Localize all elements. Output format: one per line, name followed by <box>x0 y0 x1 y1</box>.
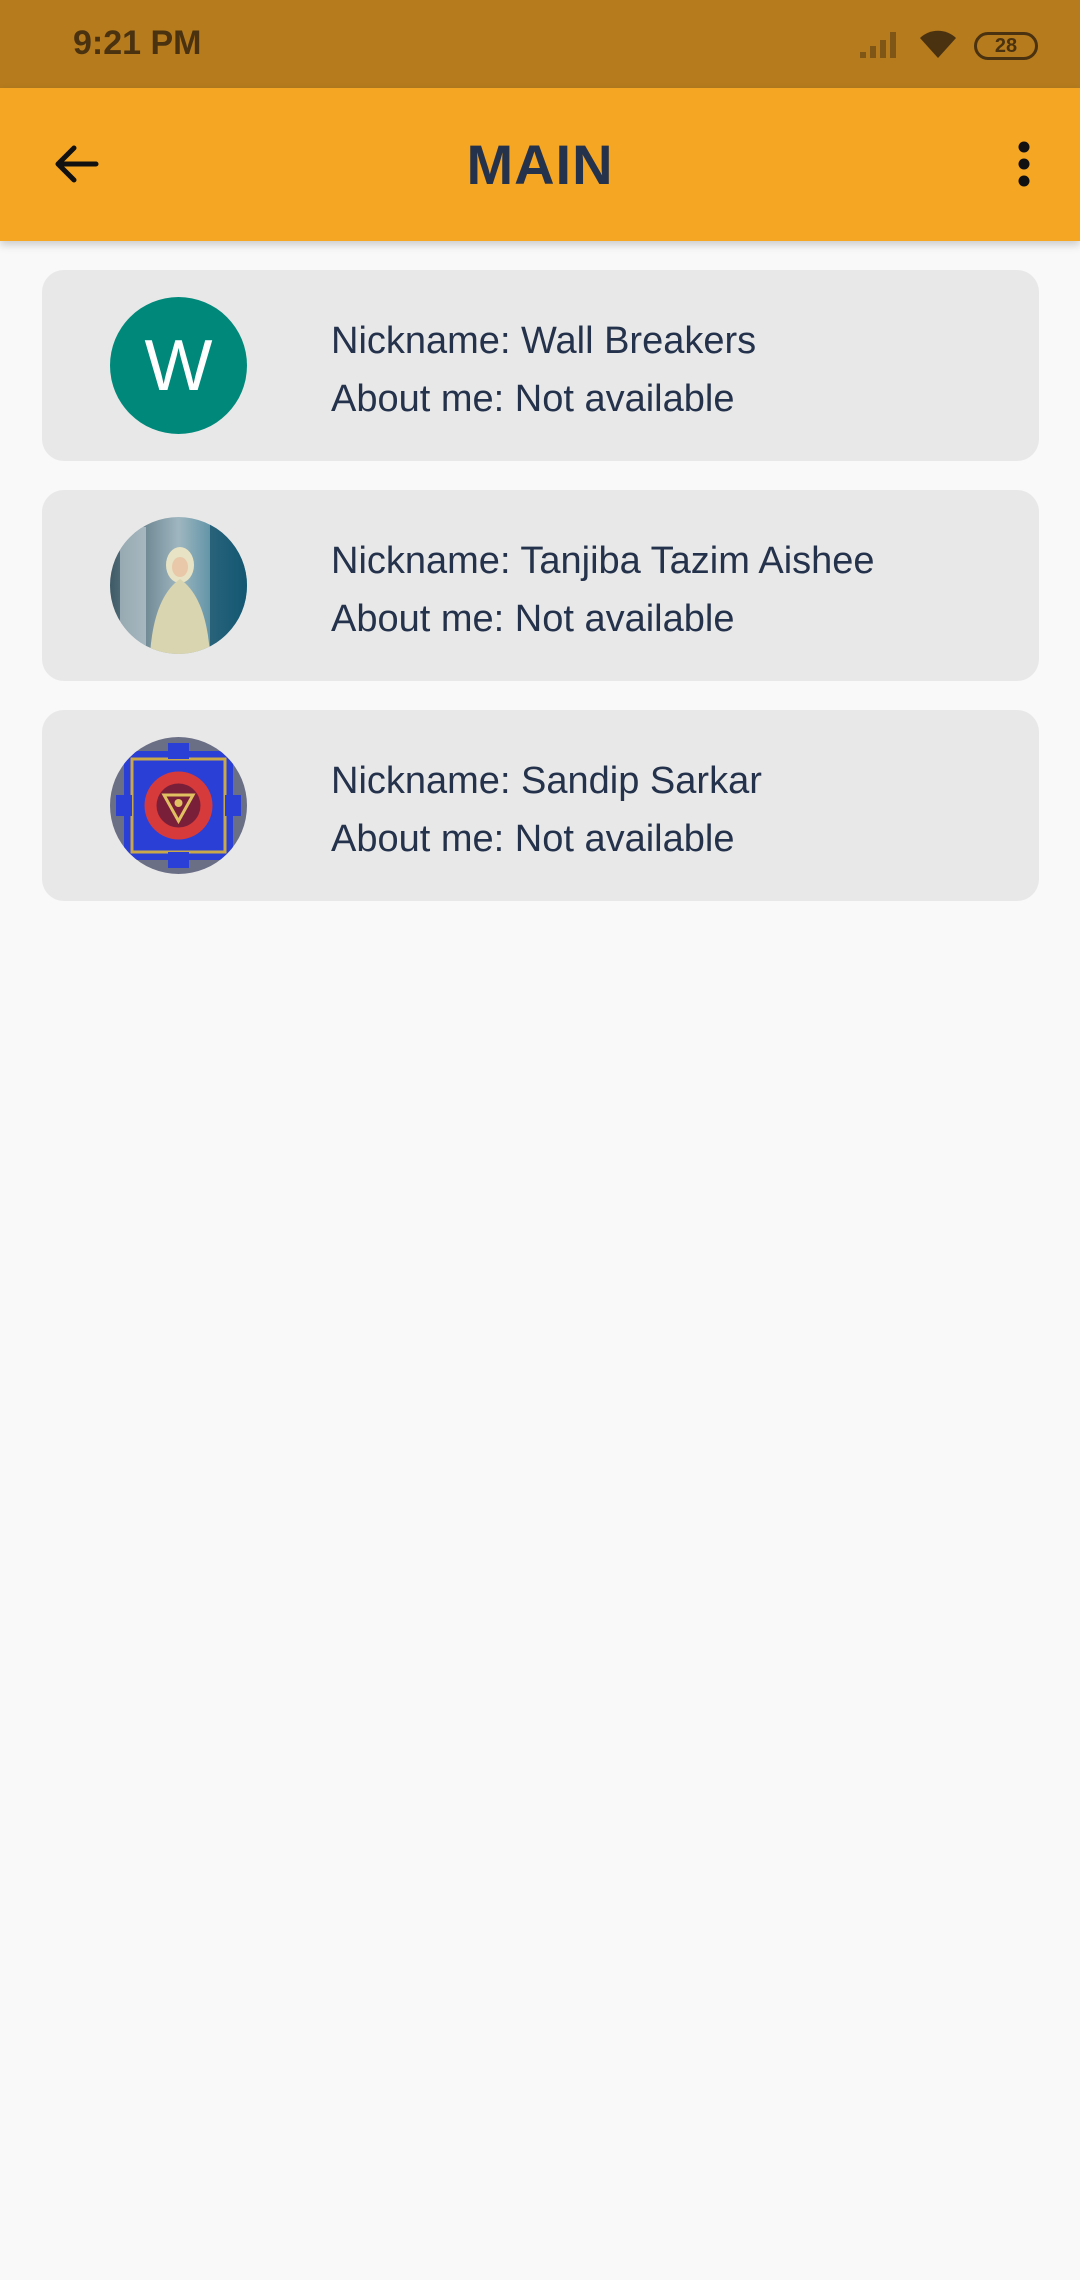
contact-info: Nickname: Tanjiba Tazim Aishee About me:… <box>331 532 875 648</box>
page-title: MAIN <box>466 133 614 196</box>
contact-info: Nickname: Wall Breakers About me: Not av… <box>331 312 756 428</box>
contact-nickname: Nickname: Sandip Sarkar <box>331 760 762 802</box>
contact-about: About me: Not available <box>331 598 735 640</box>
contact-about: About me: Not available <box>331 378 735 420</box>
avatar: W <box>110 297 247 434</box>
contact-card[interactable]: Nickname: Tanjiba Tazim Aishee About me:… <box>42 490 1039 681</box>
app-bar: MAIN <box>0 88 1080 241</box>
wifi-icon <box>918 28 958 65</box>
contact-list: W Nickname: Wall Breakers About me: Not … <box>42 270 1039 930</box>
avatar-photo <box>110 517 247 654</box>
contact-about: About me: Not available <box>331 818 735 860</box>
overflow-menu-button[interactable] <box>992 134 1056 198</box>
avatar-letter: W <box>144 325 213 406</box>
contact-info: Nickname: Sandip Sarkar About me: Not av… <box>331 752 762 868</box>
contact-nickname: Nickname: Wall Breakers <box>331 320 757 362</box>
contact-card[interactable]: Nickname: Sandip Sarkar About me: Not av… <box>42 710 1039 901</box>
contact-nickname: Nickname: Tanjiba Tazim Aishee <box>331 540 875 582</box>
avatar-photo <box>110 737 247 874</box>
signal-icon <box>858 28 902 65</box>
status-icons: 28 <box>858 26 1038 66</box>
status-bar: 9:21 PM 28 <box>0 0 1080 88</box>
battery-icon: 28 <box>974 32 1038 60</box>
contact-card[interactable]: W Nickname: Wall Breakers About me: Not … <box>42 270 1039 461</box>
status-time: 9:21 PM <box>73 24 202 62</box>
more-vert-icon <box>1016 140 1032 193</box>
